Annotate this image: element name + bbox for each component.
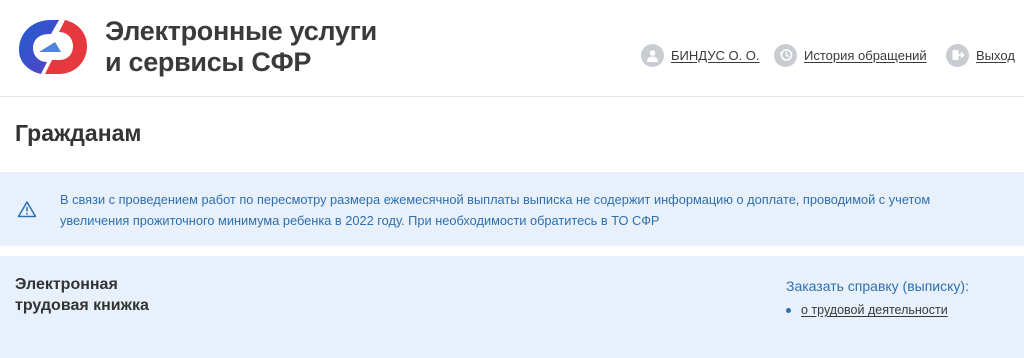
exit-icon	[946, 43, 969, 67]
user-icon	[641, 43, 664, 67]
service-card-work-book: Электронная трудовая книжка Заказать спр…	[0, 256, 1024, 358]
header: Электронные услуги и сервисы СФР БИНДУС …	[0, 0, 1024, 97]
page-title: Гражданам	[15, 120, 142, 146]
list-item: о трудовой деятельности	[786, 303, 948, 317]
order-certificate-label: Заказать справку (выписку):	[786, 278, 969, 294]
warning-triangle-icon	[17, 201, 37, 218]
work-activity-link[interactable]: о трудовой деятельности	[801, 303, 948, 317]
user-name-link[interactable]: БИНДУС О. О.	[671, 48, 760, 63]
certificate-links: о трудовой деятельности	[786, 303, 948, 317]
bullet-icon	[786, 307, 791, 313]
nav-exit[interactable]: Выход	[946, 42, 1015, 68]
notice-text: В связи с проведением работ по пересмотр…	[60, 192, 931, 228]
sfr-logo-icon[interactable]	[15, 16, 91, 78]
info-notice: В связи с проведением работ по пересмотр…	[0, 172, 1024, 246]
card-title: Электронная трудовая книжка	[15, 274, 149, 316]
brand-line-2: и сервисы СФР	[105, 47, 312, 77]
exit-link[interactable]: Выход	[976, 48, 1015, 63]
card-title-line-2: трудовая книжка	[15, 297, 149, 314]
nav-history[interactable]: История обращений	[774, 42, 927, 68]
history-icon	[774, 43, 797, 67]
brand-title: Электронные услуги и сервисы СФР	[105, 16, 377, 78]
card-title-line-1: Электронная	[15, 276, 118, 293]
brand-line-1: Электронные услуги	[105, 16, 377, 46]
nav-user[interactable]: БИНДУС О. О.	[641, 42, 760, 68]
history-link[interactable]: История обращений	[804, 48, 927, 63]
